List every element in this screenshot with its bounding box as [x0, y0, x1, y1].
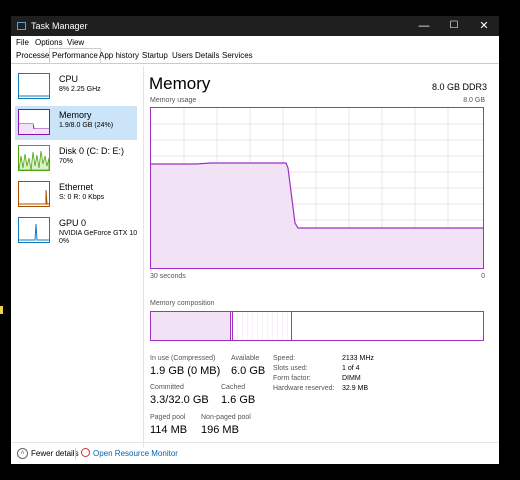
in-use-value: 1.9 GB (0 MB)	[150, 365, 221, 377]
speed-label: Speed:	[273, 355, 296, 362]
chevron-up-icon[interactable]: ˄	[17, 448, 28, 459]
memory-thumbnail-graph	[18, 109, 50, 135]
sidebar-item-value: S: 0 R: 0 Kbps	[59, 194, 105, 201]
usage-graph-label: Memory usage	[150, 97, 197, 104]
resource-monitor-icon[interactable]	[81, 448, 90, 457]
paged-pool-value: 114 MB	[150, 424, 188, 436]
menu-file[interactable]: File	[16, 38, 29, 47]
sidebar-item-value: NVIDIA GeForce GTX 1060	[59, 230, 137, 237]
gpu-thumbnail-graph	[18, 217, 50, 243]
sidebar-item-label: Ethernet	[59, 182, 94, 192]
maximize-button[interactable]: ☐	[439, 16, 469, 36]
sidebar-item-cpu[interactable]: CPU 8% 2.25 GHz	[15, 70, 137, 104]
memory-detail-panel: Memory 8.0 GB DDR3 Memory usage 8.0 GB 3…	[149, 66, 495, 446]
available-label: Available	[231, 355, 260, 362]
fewer-details-link[interactable]: Fewer details	[31, 449, 79, 458]
sidebar-item-value: 1.9/8.0 GB (24%)	[59, 122, 114, 129]
paged-pool-label: Paged pool	[150, 414, 186, 421]
menu-bar: File Options View	[11, 36, 499, 48]
task-manager-window: Task Manager — ☐ ✕ File Options View Pro…	[11, 16, 499, 464]
resource-sidebar: CPU 8% 2.25 GHz Memory 1.9/8.0 GB (24%) …	[15, 68, 137, 448]
slots-value: 1 of 4	[342, 365, 360, 372]
form-factor-value: DIMM	[342, 375, 361, 382]
sidebar-item-label: Disk 0 (C: D: E:)	[59, 146, 125, 156]
minimize-button[interactable]: —	[409, 16, 439, 36]
composition-label: Memory composition	[150, 300, 215, 307]
footer-bar: ˄ Fewer details Open Resource Monitor	[11, 442, 499, 465]
tab-performance[interactable]: Performance	[49, 48, 101, 63]
desktop-notification-fragment	[0, 306, 3, 314]
tab-services[interactable]: Services	[220, 49, 255, 62]
window-title: Task Manager	[31, 21, 88, 31]
usage-graph-max: 8.0 GB	[463, 97, 485, 104]
sidebar-item-value2: 0%	[59, 238, 70, 245]
tab-app-history[interactable]: App history	[97, 49, 141, 62]
open-resource-monitor-link[interactable]: Open Resource Monitor	[93, 449, 178, 458]
tab-strip: Processes Performance App history Startu…	[11, 48, 499, 64]
menu-view[interactable]: View	[67, 38, 84, 47]
title-bar[interactable]: Task Manager — ☐ ✕	[11, 16, 499, 36]
sidebar-item-ethernet[interactable]: Ethernet S: 0 R: 0 Kbps	[15, 178, 137, 212]
panel-divider	[143, 66, 144, 448]
sidebar-item-label: Memory	[59, 110, 92, 120]
sidebar-item-value: 70%	[59, 158, 74, 165]
graph-time-left: 30 seconds	[150, 273, 186, 280]
close-button[interactable]: ✕	[469, 16, 499, 36]
form-factor-label: Form factor:	[273, 375, 311, 382]
sidebar-item-label: CPU	[59, 74, 79, 84]
non-paged-pool-label: Non-paged pool	[201, 414, 251, 421]
sidebar-item-value: 8% 2.25 GHz	[59, 86, 101, 93]
committed-label: Committed	[150, 384, 184, 391]
hardware-reserved-label: Hardware reserved:	[273, 385, 335, 392]
in-use-label: In use (Compressed)	[150, 355, 216, 362]
menu-options[interactable]: Options	[35, 38, 63, 47]
task-manager-app-icon	[17, 22, 26, 30]
footer-divider	[75, 448, 76, 459]
slots-label: Slots used:	[273, 365, 308, 372]
composition-in-use	[151, 312, 231, 340]
sidebar-item-disk[interactable]: Disk 0 (C: D: E:) 70%	[15, 142, 137, 176]
page-title: Memory	[149, 74, 211, 93]
memory-spec: 8.0 GB DDR3	[431, 82, 487, 92]
memory-usage-svg	[151, 108, 483, 268]
graph-time-right: 0	[481, 273, 485, 280]
composition-standby	[233, 312, 292, 340]
sidebar-item-memory[interactable]: Memory 1.9/8.0 GB (24%)	[15, 106, 137, 140]
tab-details[interactable]: Details	[193, 49, 221, 62]
tab-users[interactable]: Users	[170, 49, 195, 62]
memory-usage-graph	[150, 107, 484, 269]
cached-value: 1.6 GB	[221, 394, 256, 406]
committed-value: 3.3/32.0 GB	[150, 394, 209, 406]
cached-label: Cached	[221, 384, 246, 391]
non-paged-pool-value: 196 MB	[201, 424, 239, 436]
sidebar-item-label: GPU 0	[59, 218, 87, 228]
available-value: 6.0 GB	[231, 365, 266, 377]
sidebar-item-gpu[interactable]: GPU 0 NVIDIA GeForce GTX 1060 0%	[15, 214, 137, 248]
ethernet-thumbnail-graph	[18, 181, 50, 207]
memory-composition-bar	[150, 311, 484, 341]
tab-startup[interactable]: Startup	[140, 49, 170, 62]
speed-value: 2133 MHz	[342, 355, 374, 362]
disk-thumbnail-graph	[18, 145, 50, 171]
cpu-thumbnail-graph	[18, 73, 50, 99]
hardware-reserved-value: 32.9 MB	[342, 385, 369, 392]
